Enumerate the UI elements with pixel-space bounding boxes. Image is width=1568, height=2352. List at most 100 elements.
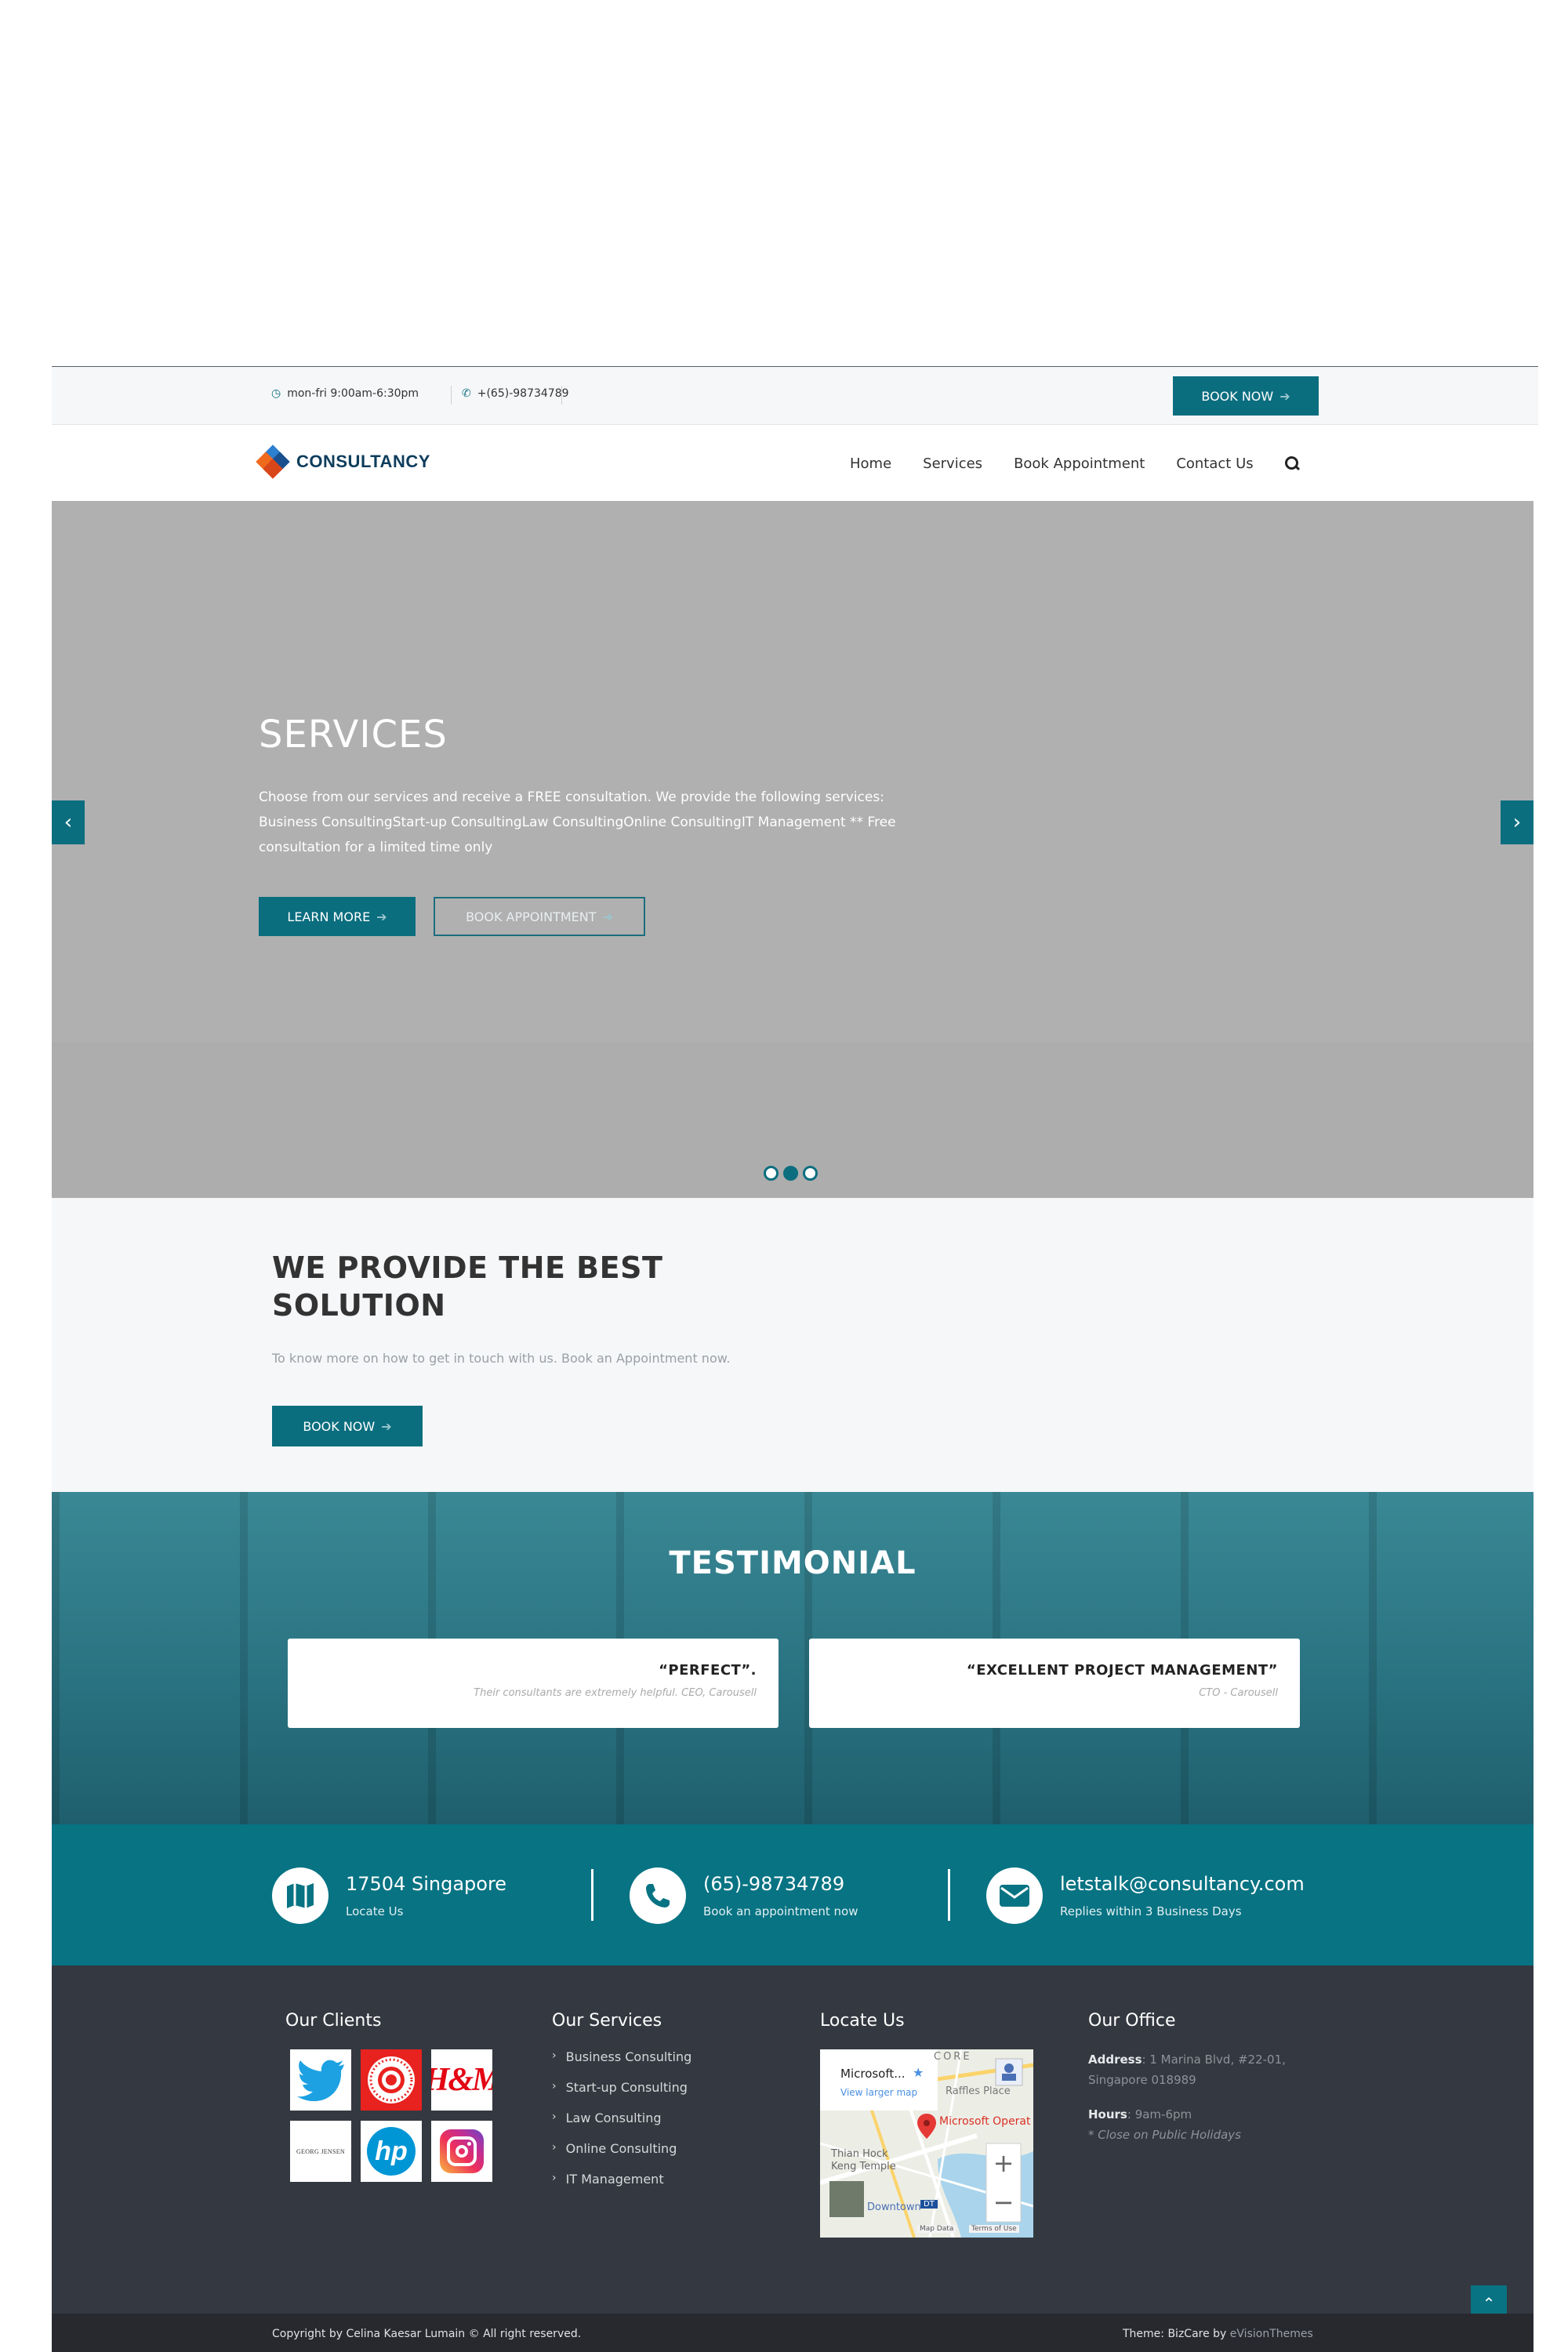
email-subtitle: Replies within 3 Business Days [1060,1904,1242,1918]
theme-credit: Theme: BizCare by eVisionThemes [1123,2328,1313,2340]
solution-title: WE PROVIDE THE BEST SOLUTION [272,1250,663,1323]
contact-phone: (65)-98734789 Book an appointment now [630,1867,858,1924]
testimonial-background-image [52,1492,1534,1824]
zoom-in-button[interactable]: + [986,2143,1021,2183]
learn-more-button[interactable]: LEARN MORE ➔ [259,897,416,936]
map-label-area: Thian Hock [831,2148,888,2160]
view-larger-map-link[interactable]: View larger map [840,2087,917,2098]
hp-logo[interactable]: hp [361,2121,422,2182]
map-label-area: Keng Temple [831,2161,896,2172]
twitter-logo[interactable] [290,2049,351,2111]
embedded-map[interactable]: Microsoft... ★ View larger map CORE Raff… [820,2049,1033,2238]
services-list: › Business Consulting › Start-up Consultin… [552,2049,691,2202]
office-title: Our Office [1088,2011,1176,2031]
map-terms-link[interactable]: Terms of Use [969,2225,1019,2233]
chevron-right-icon: › [552,2111,557,2123]
nav-services[interactable]: Services [923,456,982,472]
chevron-right-icon: › [552,2049,557,2062]
georg-jensen-text: GEORG JENSEN [296,2147,346,2155]
chevron-left-icon: ‹ [64,811,73,834]
arrow-right-icon: ➔ [376,909,387,924]
arrow-right-icon: ➔ [602,909,613,924]
top-bar: ◷ mon-fri 9:00am-6:30pm ✆ +(65)-98734789… [52,367,1538,425]
nav-book-appointment[interactable]: Book Appointment [1014,456,1145,472]
map-data-text: Map Data [917,2225,956,2233]
map-label-area: Raffles Place [946,2085,1011,2097]
solution-section: WE PROVIDE THE BEST SOLUTION To know mor… [52,1198,1534,1492]
phone-icon [630,1867,686,1924]
nav-home[interactable]: Home [850,456,891,472]
instagram-logo[interactable] [431,2121,492,2182]
chevron-right-icon: › [1512,811,1522,834]
copyright-text: Copyright by Celina Kaesar Lumain © All … [272,2328,582,2340]
map-label-area: Downtown [867,2201,921,2213]
slider-dot[interactable] [783,1166,798,1181]
slider-next-button[interactable]: › [1501,800,1534,844]
map-place-name: Microsoft... [840,2067,906,2081]
list-item[interactable]: › Law Consulting [552,2111,691,2141]
hm-text: H&M [431,2062,492,2098]
list-item[interactable]: › Online Consulting [552,2141,691,2172]
logo-diamond-icon [256,445,290,479]
hero-description: Choose from our services and receive a F… [259,789,896,855]
star-icon[interactable]: ★ [913,2065,924,2080]
learn-more-label: LEARN MORE [287,909,371,924]
logo-text: CONSULTANCY [296,452,430,471]
book-appointment-button[interactable]: BOOK APPOINTMENT ➔ [434,897,645,936]
footer-office: Our Office Address: 1 Marina Blvd, #22-0… [1088,2011,1292,2145]
hm-logo[interactable]: H&M [431,2049,492,2111]
page: ◷ mon-fri 9:00am-6:30pm ✆ +(65)-98734789… [52,366,1538,2352]
list-item[interactable]: › Business Consulting [552,2049,691,2080]
location-title: 17504 Singapore [346,1873,507,1895]
chevron-right-icon: › [552,2172,557,2184]
hero-slider: SERVICES Choose from our services and re… [52,501,1534,1198]
logo[interactable]: CONSULTANCY [256,445,430,479]
map-transit-badge: DT [920,2200,938,2209]
footer-clients: Our Clients H&M GEORG JENSEN hp [285,2011,492,2182]
slider-dot[interactable] [803,1166,818,1181]
zoom-out-button[interactable]: − [986,2183,1021,2222]
chevron-right-icon: › [552,2080,557,2092]
divider [948,1869,950,1921]
map-icon [272,1867,328,1924]
slider-dot[interactable] [764,1166,779,1181]
office-hours: Hours: 9am-6pm [1088,2107,1192,2122]
slider-pagination [764,1166,818,1181]
office-note: * Close on Public Holidays [1088,2128,1241,2142]
testimonial-card: “PERFECT”. Their consultants are extreme… [288,1639,779,1728]
phone-info: ✆ +(65)-98734789 [449,387,569,400]
nav-contact-us[interactable]: Contact Us [1176,456,1253,472]
solution-book-now-button[interactable]: BOOK NOW ➔ [272,1406,423,1446]
location-subtitle[interactable]: Locate Us [346,1904,506,1918]
arrow-right-icon: ➔ [381,1418,392,1434]
solution-text: To know more on how to get in touch with… [272,1351,731,1366]
footer: Our Clients H&M GEORG JENSEN hp [52,1965,1534,2314]
divider [561,386,562,405]
solution-book-now-label: BOOK NOW [303,1418,376,1434]
map-label-core: CORE [934,2051,972,2063]
footer-locate: Locate Us Microsoft... ★ View larger map… [820,2011,1033,2238]
opening-hours: ◷ mon-fri 9:00am-6:30pm [271,387,419,400]
testimonial-card: “EXCELLENT PROJECT MANAGEMENT” CTO - Car… [809,1639,1300,1728]
main-nav: Home Services Book Appointment Contact U… [850,426,1299,501]
phone-text: +(65)-98734789 [477,387,569,400]
list-item[interactable]: › IT Management [552,2172,691,2202]
search-icon[interactable] [1284,456,1299,470]
chevron-right-icon: › [552,2141,557,2154]
contact-strip: 17504 Singapore Locate Us (65)-98734789 … [52,1824,1534,1965]
arrow-right-icon: ➔ [1279,388,1290,404]
testimonial-quote: “PERFECT”. [659,1662,757,1679]
list-item[interactable]: › Start-up Consulting [552,2080,691,2111]
slider-prev-button[interactable]: ‹ [52,800,85,844]
envelope-icon [986,1867,1043,1924]
phone-subtitle[interactable]: Book an appointment now [703,1904,858,1918]
office-address: Address: 1 Marina Blvd, #22-01, Singapor… [1088,2053,1286,2087]
georg-jensen-logo[interactable]: GEORG JENSEN [290,2121,351,2182]
email-title[interactable]: letstalk@consultancy.com [1060,1873,1305,1895]
book-now-button[interactable]: BOOK NOW ➔ [1173,376,1319,416]
services-title: Our Services [552,2011,662,2031]
target-logo[interactable] [361,2049,422,2111]
theme-author-link[interactable]: eVisionThemes [1230,2328,1313,2340]
divider [591,1869,593,1921]
map-marker-label: Microsoft Operat [939,2115,1031,2128]
